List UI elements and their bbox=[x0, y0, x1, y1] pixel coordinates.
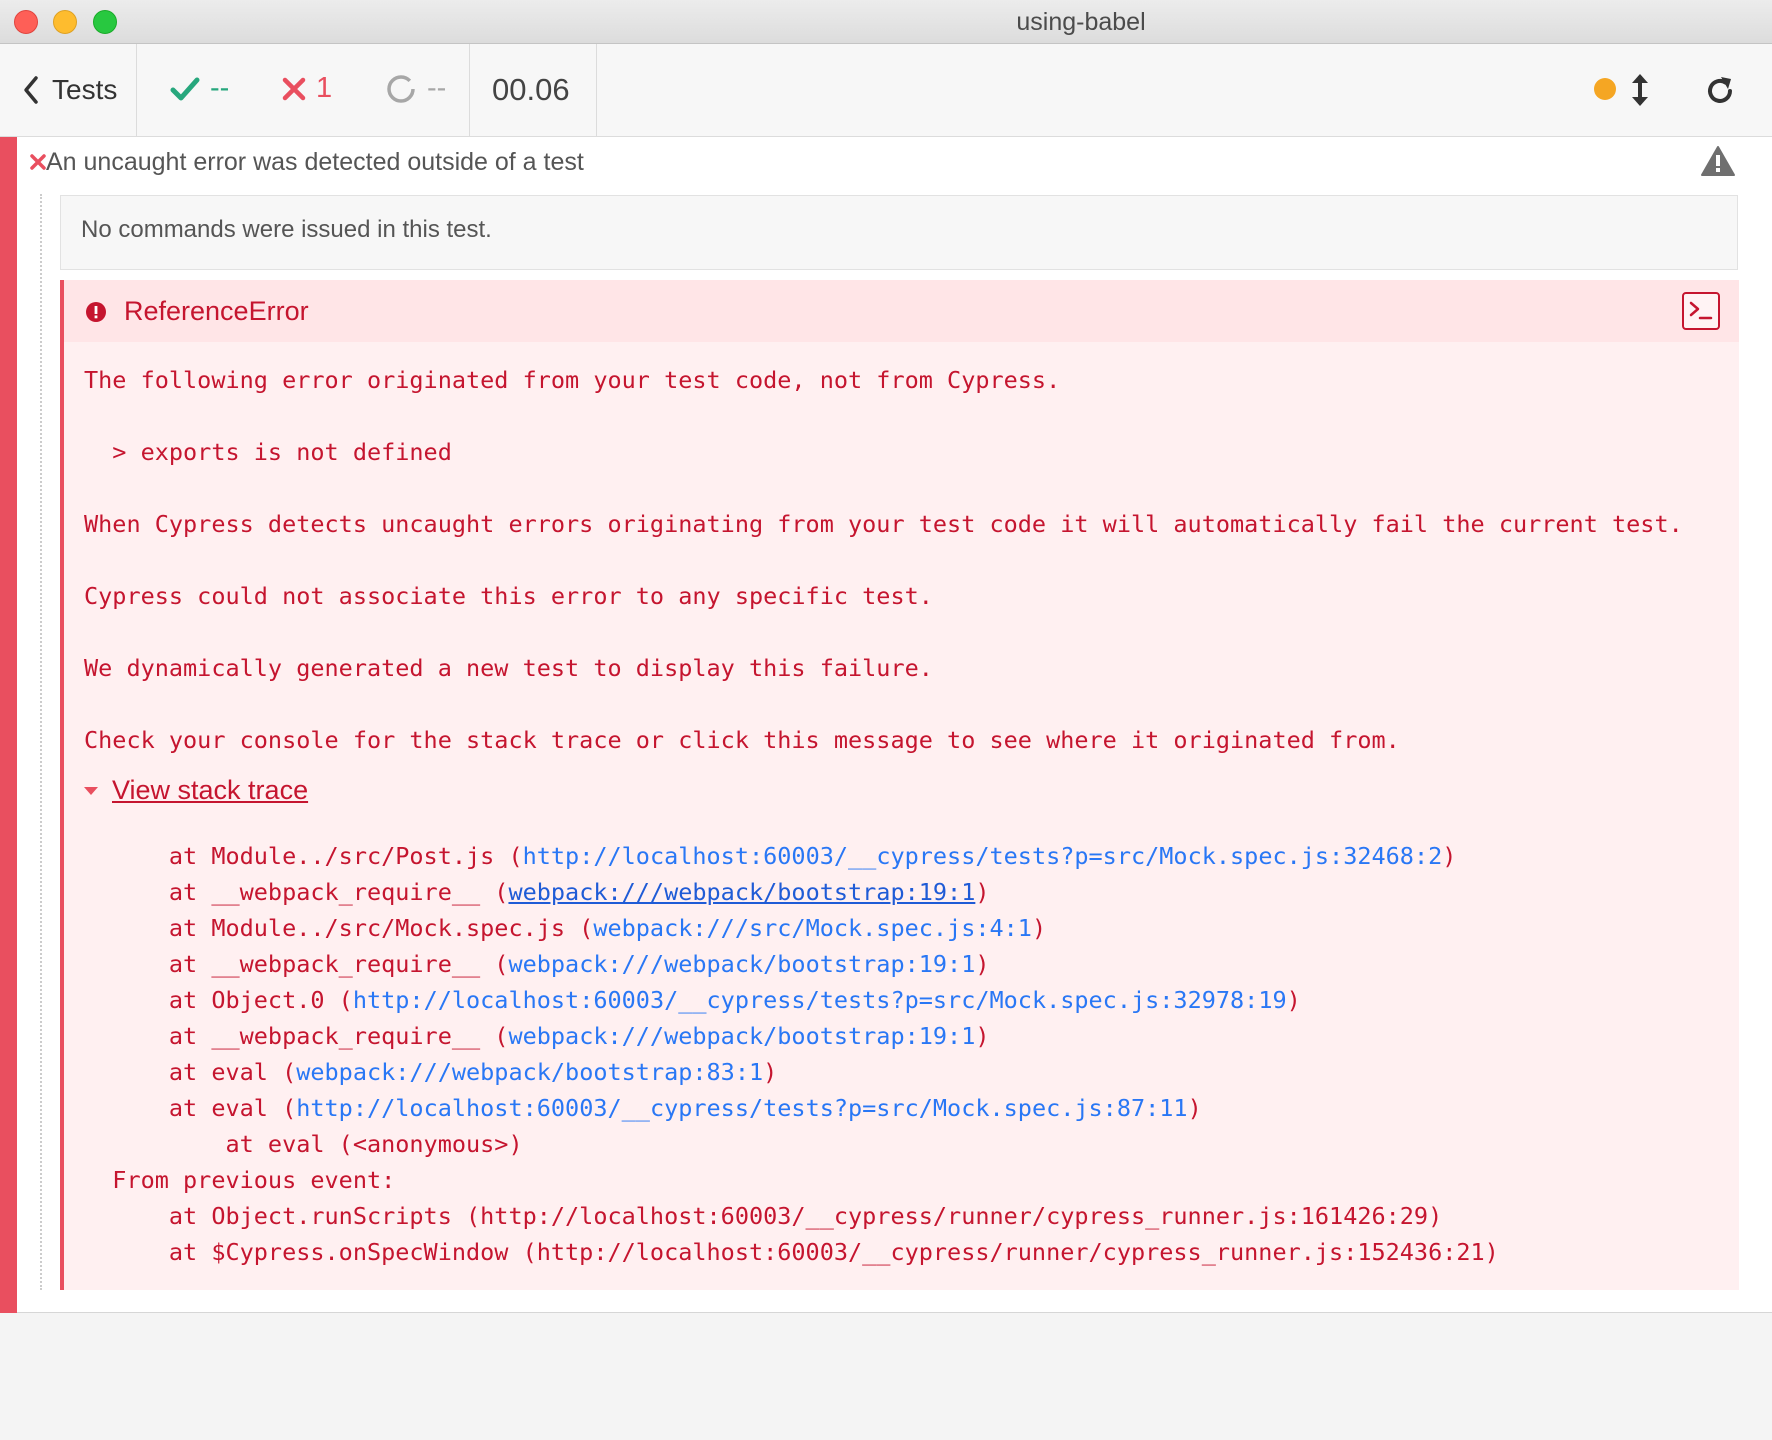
passed-stat[interactable]: -- bbox=[170, 72, 229, 105]
stack-frame-link[interactable]: http://localhost:60003/__cypress/tests?p… bbox=[523, 842, 1443, 870]
error-message-line: When Cypress detects uncaught errors ori… bbox=[84, 510, 1683, 538]
check-icon bbox=[170, 77, 200, 100]
failed-x-icon bbox=[30, 154, 46, 170]
chevron-left-icon bbox=[24, 76, 38, 104]
stack-frame: at eval (webpack:///webpack/bootstrap:83… bbox=[84, 1058, 778, 1086]
error-message-line bbox=[84, 686, 1683, 722]
stack-frame: at Object.0 (http://localhost:60003/__cy… bbox=[84, 986, 1301, 1014]
header-divider bbox=[136, 44, 137, 137]
window-title: using-babel bbox=[1016, 8, 1146, 36]
failed-stat[interactable]: 1 bbox=[282, 72, 332, 105]
error-message-line bbox=[84, 398, 1683, 434]
error-message-line: We dynamically generated a new test to d… bbox=[84, 654, 933, 682]
stack-frame: at $Cypress.onSpecWindow (http://localho… bbox=[84, 1238, 1499, 1266]
duration: 00.06 bbox=[492, 72, 570, 107]
reporter-header: Tests -- 1 -- 00.06 bbox=[0, 44, 1772, 137]
header-divider bbox=[596, 44, 597, 137]
error-message-line: The following error originated from your… bbox=[84, 366, 1061, 394]
header-divider bbox=[469, 44, 470, 137]
caret-down-icon bbox=[84, 786, 98, 795]
error-header: ReferenceError bbox=[64, 280, 1739, 342]
stack-trace: at Module../src/Post.js (http://localhos… bbox=[84, 838, 1499, 1270]
failed-count: 1 bbox=[316, 72, 333, 104]
stack-frame: at __webpack_require__ (webpack:///webpa… bbox=[84, 878, 990, 906]
stack-frame: at Object.runScripts (http://localhost:6… bbox=[84, 1202, 1443, 1230]
spinner-icon bbox=[387, 74, 415, 103]
warning-icon bbox=[1701, 146, 1735, 176]
stack-frame-link[interactable]: webpack:///webpack/bootstrap:19:1 bbox=[508, 878, 975, 906]
stack-frame: at __webpack_require__ (webpack:///webpa… bbox=[84, 950, 990, 978]
stack-frame: at eval (<anonymous>) bbox=[84, 1130, 523, 1158]
runnable-title[interactable]: An uncaught error was detected outside o… bbox=[46, 148, 584, 177]
stack-frame-link[interactable]: webpack:///webpack/bootstrap:19:1 bbox=[508, 950, 975, 978]
empty-reporter-area bbox=[0, 1313, 1772, 1440]
failed-state-bar bbox=[0, 137, 17, 1313]
error-circle-icon bbox=[86, 302, 106, 322]
stack-frame-link[interactable]: webpack:///webpack/bootstrap:19:1 bbox=[508, 1022, 975, 1050]
error-message: The following error originated from your… bbox=[84, 362, 1683, 758]
stack-frame: at eval (http://localhost:60003/__cypres… bbox=[84, 1094, 1202, 1122]
stack-frame-link[interactable]: http://localhost:60003/__cypress/tests?p… bbox=[353, 986, 1287, 1014]
no-commands-message: No commands were issued in this test. bbox=[60, 195, 1738, 270]
view-stack-trace-toggle[interactable]: View stack trace bbox=[84, 775, 308, 806]
x-icon bbox=[282, 77, 306, 100]
stack-frame-link[interactable]: webpack:///src/Mock.spec.js:4:1 bbox=[593, 914, 1032, 942]
error-message-line bbox=[84, 614, 1683, 650]
stack-frame: at __webpack_require__ (webpack:///webpa… bbox=[84, 1022, 990, 1050]
tests-label: Tests bbox=[52, 74, 118, 105]
error-message-line: Cypress could not associate this error t… bbox=[84, 582, 933, 610]
window-titlebar: using-babel bbox=[0, 0, 1772, 44]
print-to-console-button[interactable] bbox=[1682, 292, 1720, 330]
error-name: ReferenceError bbox=[124, 296, 309, 326]
passed-count: -- bbox=[210, 72, 230, 104]
stack-frame-link[interactable]: webpack:///webpack/bootstrap:83:1 bbox=[296, 1058, 763, 1086]
error-panel[interactable]: ReferenceError The following error origi… bbox=[60, 280, 1739, 1290]
stack-frame: at Module../src/Post.js (http://localhos… bbox=[84, 842, 1457, 870]
pending-count: -- bbox=[427, 72, 447, 104]
terminal-icon bbox=[1689, 301, 1713, 320]
tests-back-button[interactable]: Tests bbox=[22, 74, 117, 106]
view-stack-trace-label: View stack trace bbox=[112, 775, 309, 805]
stack-frame: at Module../src/Mock.spec.js (webpack://… bbox=[84, 914, 1047, 942]
reload-icon[interactable] bbox=[1703, 74, 1737, 108]
status-indicator-dot bbox=[1594, 78, 1616, 100]
error-message-line bbox=[84, 470, 1683, 506]
pending-stat[interactable]: -- bbox=[385, 72, 446, 105]
error-message-line: > exports is not defined bbox=[84, 438, 452, 466]
error-message-line bbox=[84, 542, 1683, 578]
thread-line bbox=[40, 194, 42, 1290]
arrows-vertical-icon[interactable] bbox=[1629, 72, 1651, 108]
stack-frame-link[interactable]: http://localhost:60003/__cypress/tests?p… bbox=[296, 1094, 1187, 1122]
error-message-line: Check your console for the stack trace o… bbox=[84, 726, 1400, 754]
stack-frame: From previous event: bbox=[84, 1166, 396, 1194]
